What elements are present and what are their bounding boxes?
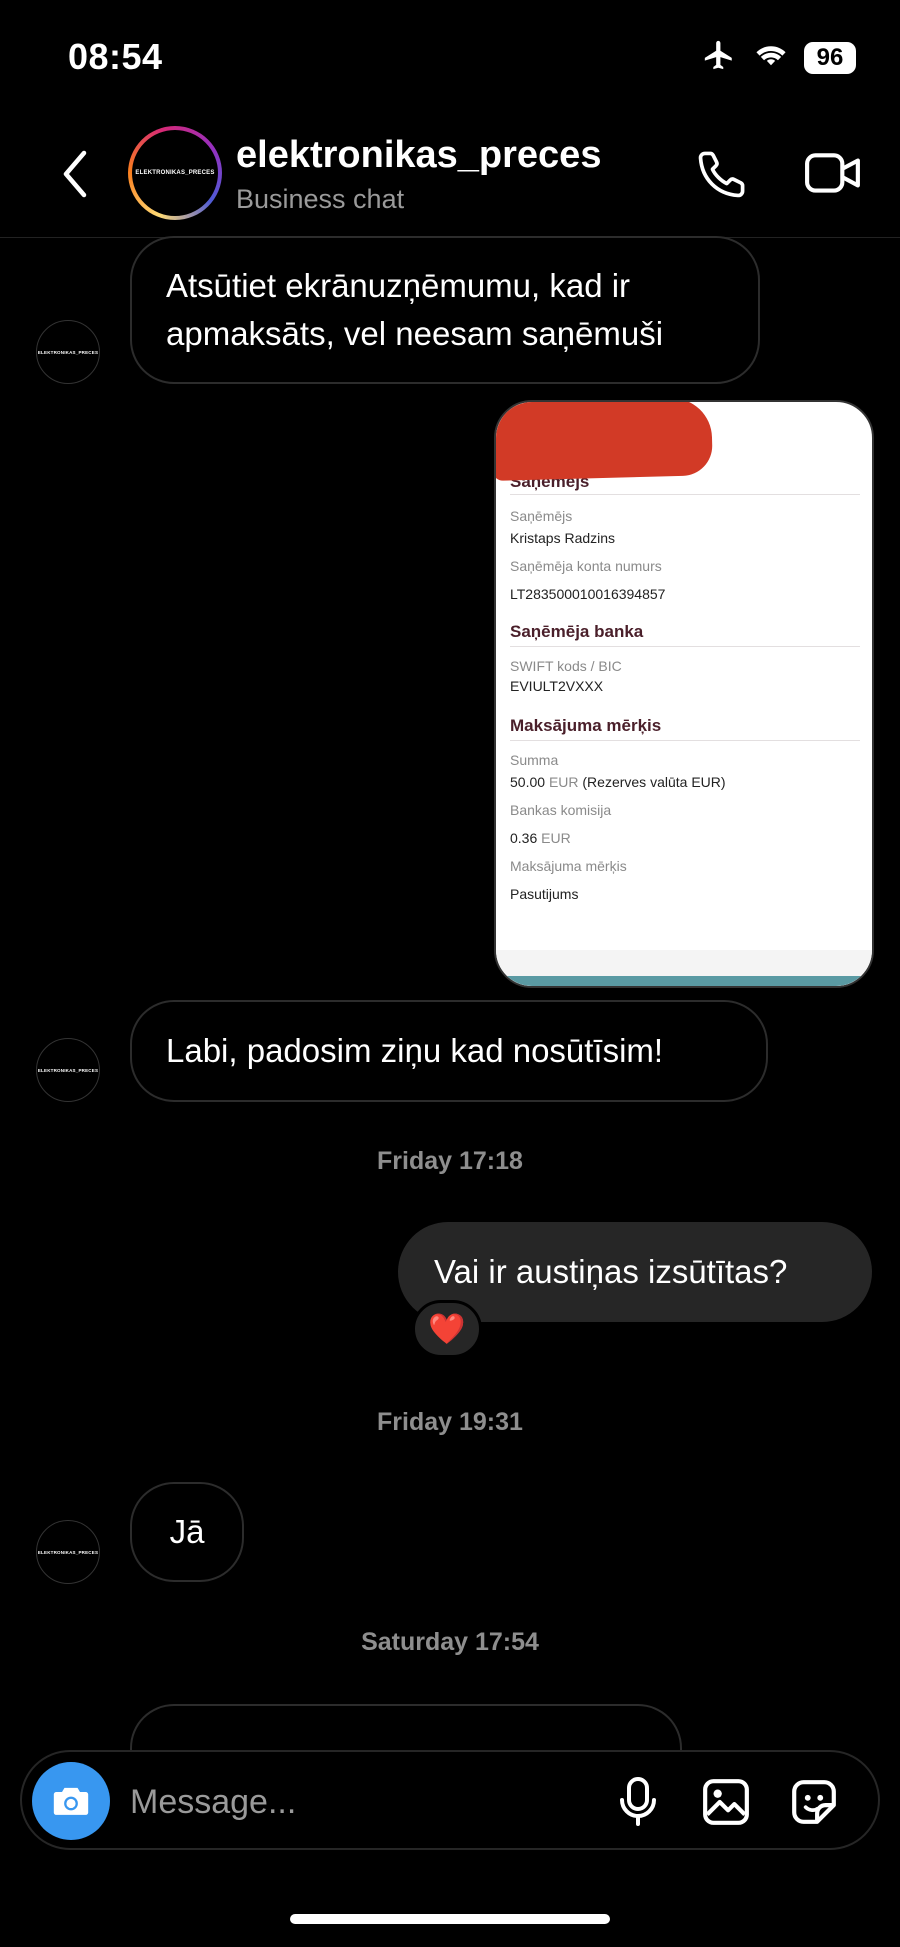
timestamp: Friday 19:31 — [377, 1408, 523, 1436]
microphone-icon — [620, 1777, 656, 1826]
chat-username[interactable]: elektronikas_preces — [236, 134, 601, 177]
sticker-button[interactable] — [784, 1772, 844, 1832]
message-composer — [20, 1750, 880, 1850]
chat-header: ELEKTRONIKAS_PRECES elektronikas_preces … — [0, 110, 900, 238]
field-label: Saņēmējs — [510, 508, 573, 524]
amount-unit: EUR — [548, 774, 579, 790]
section-heading: Saņēmēja banka — [510, 622, 644, 641]
heart-reaction[interactable]: ❤️ — [412, 1300, 482, 1358]
chevron-left-icon — [63, 150, 87, 198]
video-camera-icon — [805, 153, 860, 193]
video-call-button[interactable] — [800, 144, 866, 204]
message-input[interactable] — [130, 1776, 610, 1828]
amount-value: 50.00 — [510, 774, 546, 790]
divider — [510, 494, 860, 495]
field-value: Pasutijums — [510, 886, 579, 902]
airplane-icon — [700, 38, 738, 77]
avatar[interactable]: ELEKTRONIKAS_PRECES — [128, 126, 222, 220]
sender-avatar[interactable]: ELEKTRONIKAS_PRECES — [36, 320, 100, 384]
camera-button[interactable] — [32, 1762, 110, 1840]
battery-indicator: 96 — [804, 41, 856, 74]
audio-call-button[interactable] — [692, 144, 752, 204]
sender-avatar[interactable]: ELEKTRONIKAS_PRECES — [36, 1520, 100, 1584]
avatar-logo-text: ELEKTRONIKAS_PRECES — [135, 170, 215, 176]
chat-subtitle: Business chat — [236, 184, 405, 214]
field-label: Summa — [510, 752, 559, 768]
field-label: SWIFT kods / BIC — [510, 658, 622, 674]
field-label: Bankas komisija — [510, 802, 612, 818]
amount-note: (Rezerves valūta EUR) — [582, 774, 726, 790]
redaction-mark — [496, 402, 713, 481]
message-incoming[interactable]: Jā — [130, 1482, 244, 1582]
message-incoming[interactable]: Labi, padosim ziņu kad nosūtīsim! — [130, 1000, 768, 1102]
field-value: 0.36 EUR — [510, 830, 571, 846]
field-value: 50.00 EUR (Rezerves valūta EUR) — [510, 774, 726, 790]
message-text: Vai ir austiņas izsūtītas? — [434, 1253, 788, 1290]
image-icon — [703, 1779, 749, 1825]
avatar-logo-text: ELEKTRONIKAS_PRECES — [37, 349, 99, 355]
section-heading: Maksājuma mērķis — [510, 716, 662, 735]
heart-icon: ❤️ — [428, 1312, 466, 1346]
timestamp: Friday 17:18 — [377, 1147, 523, 1175]
field-value: EVIULT2VXXX — [510, 678, 604, 694]
avatar-logo-text: ELEKTRONIKAS_PRECES — [37, 1067, 99, 1073]
attachment-footer-bar — [496, 976, 872, 986]
divider — [510, 740, 860, 741]
phone-icon — [698, 151, 745, 198]
home-indicator — [290, 1914, 610, 1924]
avatar-logo-text: ELEKTRONIKAS_PRECES — [37, 1549, 99, 1555]
camera-icon — [53, 1787, 89, 1815]
field-label: Maksājuma mērķis — [510, 858, 627, 874]
timestamp: Saturday 17:54 — [361, 1628, 539, 1656]
fee-value: 0.36 — [510, 830, 538, 846]
sender-avatar[interactable]: ELEKTRONIKAS_PRECES — [36, 1038, 100, 1102]
wifi-icon — [752, 40, 790, 75]
message-text: Jā — [169, 1513, 205, 1550]
status-bar: 08:54 96 — [0, 0, 900, 110]
field-value: LT283500010016394857 — [510, 586, 666, 602]
divider — [510, 646, 860, 647]
field-value: Kristaps Radzins — [510, 530, 616, 546]
status-time: 08:54 — [68, 36, 163, 77]
fee-unit: EUR — [541, 830, 571, 846]
field-label: Saņēmēja konta numurs — [510, 558, 662, 574]
message-incoming[interactable]: Atsūtiet ekrānuzņēmumu, kad ir apmaksāts… — [130, 236, 760, 384]
status-indicators: 96 — [700, 38, 856, 77]
message-text: Atsūtiet ekrānuzņēmumu, kad ir apmaksāts… — [166, 267, 664, 352]
sticker-icon — [792, 1780, 836, 1824]
back-button[interactable] — [50, 144, 100, 204]
image-attachment[interactable]: Saņēmējs Saņēmējs Kristaps Radzins Saņēm… — [494, 400, 874, 988]
voice-message-button[interactable] — [608, 1772, 668, 1832]
message-text: Labi, padosim ziņu kad nosūtīsim! — [166, 1032, 664, 1069]
gallery-button[interactable] — [696, 1772, 756, 1832]
